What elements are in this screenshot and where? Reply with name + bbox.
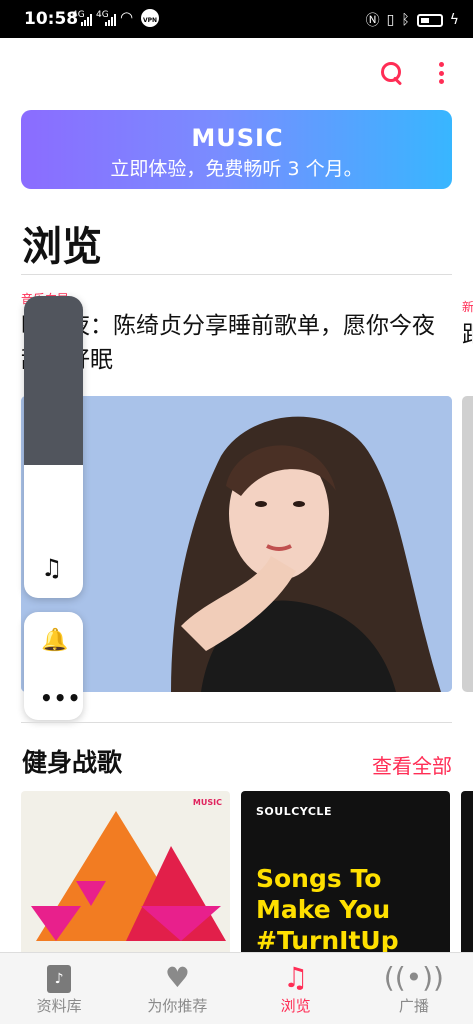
status-time: 10:58 bbox=[24, 9, 79, 29]
card-text: Songs To Make You #TurnItUp bbox=[256, 864, 399, 955]
more-options-icon[interactable]: ••• bbox=[40, 686, 81, 710]
tab-for-you[interactable]: ♥ 为你推荐 bbox=[118, 953, 236, 1024]
tab-radio[interactable]: ((•)) 广播 bbox=[355, 953, 473, 1024]
tab-library[interactable]: ♪ 资料库 bbox=[0, 953, 118, 1024]
divider bbox=[21, 274, 452, 275]
music-note-icon: ♫ bbox=[41, 554, 63, 582]
signal-icon-2 bbox=[105, 14, 116, 26]
page-title: 浏览 bbox=[22, 224, 102, 270]
volume-slider-fill[interactable] bbox=[24, 296, 83, 465]
featured-item[interactable]: 音乐向导 晚安夜：陈绮贞分享睡前歌单，愿你今夜甜梦好眠 bbox=[21, 290, 452, 377]
artist-photo bbox=[21, 396, 452, 692]
tab-label: 资料库 bbox=[36, 997, 82, 1015]
charging-icon: ϟ bbox=[449, 12, 459, 28]
volume-panel-controls: 🔔 ••• bbox=[24, 612, 83, 720]
music-note-icon: ♫ bbox=[283, 961, 309, 994]
tab-bar: ♪ 资料库 ♥ 为你推荐 ♫ 浏览 ((•)) 广播 bbox=[0, 952, 473, 1024]
tab-browse[interactable]: ♫ 浏览 bbox=[237, 953, 355, 1024]
vpn-icon: VPN bbox=[141, 9, 159, 27]
top-actions bbox=[379, 60, 445, 86]
more-options-icon[interactable] bbox=[439, 60, 445, 86]
tab-label: 为你推荐 bbox=[147, 997, 208, 1015]
radio-icon: ((•)) bbox=[383, 961, 444, 994]
apple-music-promo-banner[interactable]: MUSIC 立即体验，免费畅听 3 个月。 bbox=[21, 110, 452, 189]
volume-panel[interactable]: ♫ bbox=[24, 296, 83, 598]
wifi-icon: ◠ bbox=[120, 8, 134, 26]
tab-label: 广播 bbox=[398, 997, 429, 1015]
card-brand: SOULCYCLE bbox=[256, 805, 332, 818]
divider bbox=[21, 722, 452, 723]
status-right-icons: Ⓝ ▯ ᛒ ϟ bbox=[366, 10, 459, 30]
vibrate-icon: ▯ bbox=[386, 12, 395, 28]
featured-tag: 音乐向导 bbox=[21, 290, 452, 307]
next-featured-tag: 新 bbox=[462, 300, 473, 314]
banner-subtitle: 立即体验，免费畅听 3 个月。 bbox=[110, 158, 363, 180]
next-featured-artwork[interactable] bbox=[462, 396, 473, 692]
tab-label: 浏览 bbox=[280, 997, 311, 1015]
banner-brand: MUSIC bbox=[191, 124, 284, 152]
ringtone-bell-icon[interactable]: 🔔 bbox=[41, 628, 68, 653]
see-all-link[interactable]: 查看全部 bbox=[372, 750, 452, 779]
heart-icon: ♥ bbox=[164, 961, 190, 994]
playlist-artwork bbox=[31, 811, 226, 941]
library-icon: ♪ bbox=[47, 965, 72, 993]
nfc-icon: Ⓝ bbox=[365, 13, 380, 29]
featured-headline: 晚安夜：陈绮贞分享睡前歌单，愿你今夜甜梦好眠 bbox=[21, 313, 435, 373]
status-bar: 10:58 4G 4G ◠ VPN Ⓝ ▯ ᛒ ϟ bbox=[0, 0, 473, 38]
bluetooth-icon: ᛒ bbox=[401, 12, 410, 28]
next-featured-headline[interactable]: 距 bbox=[462, 318, 473, 352]
playlist-card[interactable]: SOULCYCLE Songs To Make You #TurnItUp bbox=[241, 791, 450, 961]
section-title: 健身战歌 bbox=[22, 748, 123, 777]
battery-icon bbox=[416, 13, 443, 27]
search-icon[interactable] bbox=[379, 60, 405, 86]
featured-artwork[interactable] bbox=[21, 396, 452, 692]
playlist-card-peek[interactable] bbox=[461, 791, 473, 961]
playlist-card[interactable]: MUSIC bbox=[21, 791, 230, 961]
signal-icon bbox=[81, 14, 92, 26]
